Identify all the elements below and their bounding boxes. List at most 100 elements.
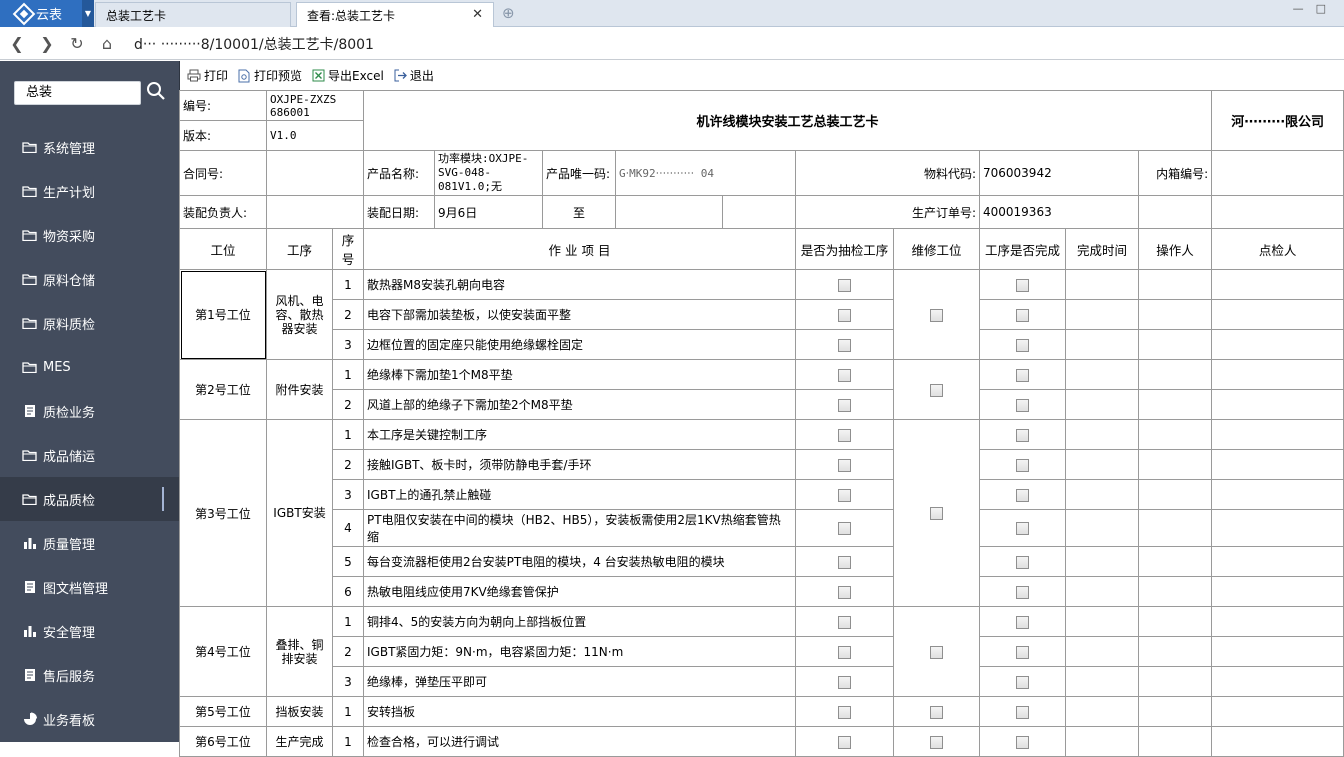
operator-cell[interactable] bbox=[1137, 269, 1213, 300]
url-input[interactable]: d‧‧‧ ‧‧‧‧‧‧‧‧‧8/10001/总装工艺卡/8001 bbox=[134, 34, 374, 54]
repair-station-checkbox[interactable] bbox=[930, 308, 943, 322]
finish-time-cell[interactable] bbox=[1065, 299, 1139, 330]
station-cell[interactable]: 第4号工位 bbox=[179, 606, 267, 697]
finish-time-cell[interactable] bbox=[1065, 479, 1139, 510]
finish-time-cell[interactable] bbox=[1065, 269, 1139, 300]
inspector-cell[interactable] bbox=[1211, 606, 1344, 637]
process-done-checkbox[interactable] bbox=[1016, 428, 1029, 442]
tab-view-assembly-card[interactable]: 查看:总装工艺卡 ✕ bbox=[296, 2, 494, 27]
app-menu-button[interactable]: 云表 ▼ bbox=[0, 0, 94, 27]
finish-time-cell[interactable] bbox=[1065, 509, 1139, 547]
spot-check-checkbox[interactable] bbox=[838, 555, 851, 569]
repair-station-checkbox[interactable] bbox=[930, 383, 943, 397]
spot-check-checkbox[interactable] bbox=[838, 338, 851, 352]
process-done-checkbox[interactable] bbox=[1016, 735, 1029, 749]
chevron-down-icon[interactable]: ▼ bbox=[82, 0, 94, 27]
search-input[interactable]: 总装 bbox=[14, 81, 141, 105]
spot-check-checkbox[interactable] bbox=[838, 675, 851, 689]
sidebar-item-0[interactable]: 系统管理 bbox=[0, 125, 180, 169]
spot-check-checkbox[interactable] bbox=[838, 645, 851, 659]
inspector-cell[interactable] bbox=[1211, 269, 1344, 300]
process-done-checkbox[interactable] bbox=[1016, 338, 1029, 352]
station-cell[interactable]: 第2号工位 bbox=[179, 359, 267, 420]
finish-time-cell[interactable] bbox=[1065, 696, 1139, 727]
sidebar-item-3[interactable]: 原料仓储 bbox=[0, 257, 180, 301]
tab-assembly-card[interactable]: 总装工艺卡 bbox=[95, 2, 291, 27]
finish-time-cell[interactable] bbox=[1065, 636, 1139, 667]
station-cell[interactable]: 第1号工位 bbox=[179, 269, 267, 360]
spot-check-checkbox[interactable] bbox=[838, 705, 851, 719]
process-done-checkbox[interactable] bbox=[1016, 278, 1029, 292]
back-icon[interactable]: ❮ bbox=[4, 34, 30, 53]
inspector-cell[interactable] bbox=[1211, 329, 1344, 360]
process-done-checkbox[interactable] bbox=[1016, 585, 1029, 599]
sidebar-item-13[interactable]: 业务看板 bbox=[0, 697, 180, 741]
export-excel-button[interactable]: 导出Excel bbox=[312, 67, 384, 84]
repair-station-checkbox[interactable] bbox=[930, 735, 943, 749]
home-icon[interactable]: ⌂ bbox=[94, 34, 120, 53]
exit-button[interactable]: 退出 bbox=[394, 67, 434, 84]
spot-check-checkbox[interactable] bbox=[838, 735, 851, 749]
finish-time-cell[interactable] bbox=[1065, 329, 1139, 360]
finish-time-cell[interactable] bbox=[1065, 449, 1139, 480]
repair-station-checkbox[interactable] bbox=[930, 705, 943, 719]
sidebar-item-6[interactable]: 质检业务 bbox=[0, 389, 180, 433]
operator-cell[interactable] bbox=[1137, 479, 1213, 510]
inspector-cell[interactable] bbox=[1211, 509, 1344, 547]
operator-cell[interactable] bbox=[1137, 636, 1213, 667]
operator-cell[interactable] bbox=[1137, 449, 1213, 480]
sidebar-item-2[interactable]: 物资采购 bbox=[0, 213, 180, 257]
finish-time-cell[interactable] bbox=[1065, 419, 1139, 450]
repair-station-checkbox[interactable] bbox=[930, 645, 943, 659]
repair-station-checkbox[interactable] bbox=[930, 507, 943, 520]
inspector-cell[interactable] bbox=[1211, 359, 1344, 390]
sidebar-item-12[interactable]: 售后服务 bbox=[0, 653, 180, 697]
process-done-checkbox[interactable] bbox=[1016, 615, 1029, 629]
print-button[interactable]: 打印 bbox=[187, 67, 228, 84]
operator-cell[interactable] bbox=[1137, 329, 1213, 360]
spot-check-checkbox[interactable] bbox=[838, 522, 851, 535]
finish-time-cell[interactable] bbox=[1065, 546, 1139, 577]
spot-check-checkbox[interactable] bbox=[838, 428, 851, 442]
sidebar-item-8[interactable]: 成品质检 bbox=[0, 477, 180, 521]
reload-icon[interactable]: ↻ bbox=[64, 34, 90, 53]
operator-cell[interactable] bbox=[1137, 359, 1213, 390]
inspector-cell[interactable] bbox=[1211, 479, 1344, 510]
close-icon[interactable]: ✕ bbox=[472, 7, 483, 22]
spot-check-checkbox[interactable] bbox=[838, 368, 851, 382]
process-done-checkbox[interactable] bbox=[1016, 555, 1029, 569]
inspector-cell[interactable] bbox=[1211, 576, 1344, 607]
sidebar-item-10[interactable]: 图文档管理 bbox=[0, 565, 180, 609]
inspector-cell[interactable] bbox=[1211, 666, 1344, 697]
inspector-cell[interactable] bbox=[1211, 419, 1344, 450]
search-icon[interactable] bbox=[146, 81, 166, 101]
sidebar-item-11[interactable]: 安全管理 bbox=[0, 609, 180, 653]
spot-check-checkbox[interactable] bbox=[838, 488, 851, 502]
process-done-checkbox[interactable] bbox=[1016, 458, 1029, 472]
finish-time-cell[interactable] bbox=[1065, 666, 1139, 697]
new-tab-icon[interactable]: ⊕ bbox=[502, 6, 516, 21]
inner-box-value[interactable] bbox=[1211, 150, 1344, 196]
process-done-checkbox[interactable] bbox=[1016, 308, 1029, 322]
sidebar-item-5[interactable]: MES bbox=[0, 345, 180, 389]
spot-check-checkbox[interactable] bbox=[838, 308, 851, 322]
station-cell[interactable]: 第5号工位 bbox=[179, 696, 267, 727]
operator-cell[interactable] bbox=[1137, 696, 1213, 727]
operator-cell[interactable] bbox=[1137, 576, 1213, 607]
operator-cell[interactable] bbox=[1137, 299, 1213, 330]
assembler-value[interactable] bbox=[266, 195, 364, 229]
inspector-cell[interactable] bbox=[1211, 389, 1344, 420]
spot-check-checkbox[interactable] bbox=[838, 585, 851, 599]
finish-time-cell[interactable] bbox=[1065, 576, 1139, 607]
station-cell[interactable]: 第3号工位 bbox=[179, 419, 267, 607]
contract-value[interactable] bbox=[266, 150, 364, 196]
spot-check-checkbox[interactable] bbox=[838, 458, 851, 472]
window-controls[interactable]: —□ bbox=[1293, 2, 1338, 15]
process-done-checkbox[interactable] bbox=[1016, 705, 1029, 719]
spot-check-checkbox[interactable] bbox=[838, 398, 851, 412]
process-done-checkbox[interactable] bbox=[1016, 522, 1029, 535]
process-done-checkbox[interactable] bbox=[1016, 645, 1029, 659]
operator-cell[interactable] bbox=[1137, 509, 1213, 547]
print-preview-button[interactable]: 打印预览 bbox=[238, 67, 302, 84]
sidebar-item-1[interactable]: 生产计划 bbox=[0, 169, 180, 213]
